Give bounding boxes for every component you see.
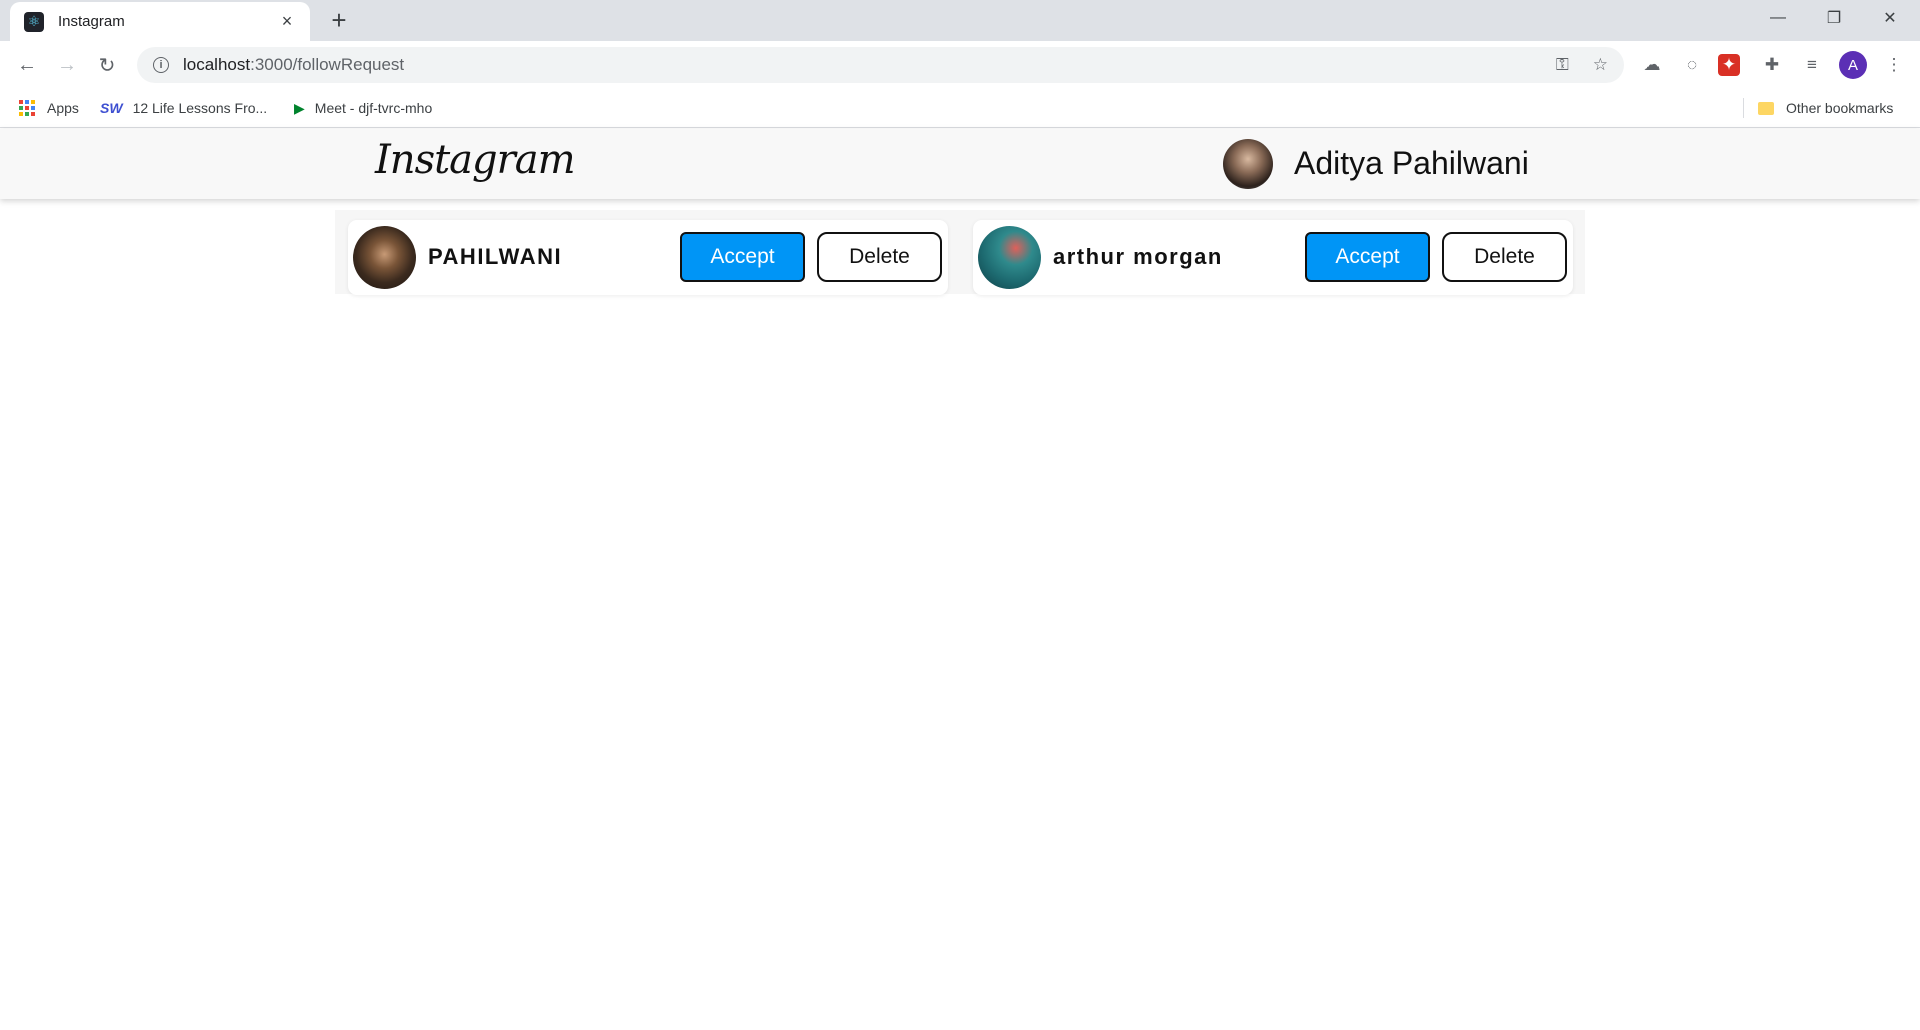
delete-button[interactable]: Delete bbox=[817, 232, 942, 282]
bookmark-label: Apps bbox=[47, 100, 79, 116]
react-icon: ⚛ bbox=[24, 11, 44, 32]
accept-button[interactable]: Accept bbox=[1305, 232, 1430, 282]
close-tab-icon[interactable]: × bbox=[276, 11, 298, 32]
restore-icon[interactable]: ❐ bbox=[1806, 0, 1862, 36]
url-host: localhost bbox=[183, 55, 251, 74]
folder-icon bbox=[1758, 101, 1774, 115]
follow-request-card: PAHILWANI Accept Delete bbox=[348, 220, 948, 295]
extension-cloud-icon[interactable]: ☁ bbox=[1638, 51, 1666, 79]
app-navbar: Instagram Aditya Pahilwani bbox=[0, 129, 1920, 199]
extension-red-icon[interactable]: ✦ bbox=[1718, 54, 1740, 76]
puzzle-icon[interactable]: ✚ bbox=[1758, 51, 1786, 79]
url-path: :3000/followRequest bbox=[250, 55, 405, 74]
accept-button[interactable]: Accept bbox=[680, 232, 805, 282]
follow-request-card: arthur morgan Accept Delete bbox=[973, 220, 1573, 295]
bookmarks-bar: Apps SW 12 Life Lessons Fro... ▶ Meet - … bbox=[0, 88, 1920, 128]
meet-video-icon: ▶ bbox=[294, 99, 305, 116]
user-name[interactable]: Aditya Pahilwani bbox=[1294, 145, 1529, 182]
bookmark-life-lessons[interactable]: SW 12 Life Lessons Fro... bbox=[100, 88, 267, 128]
bookmark-divider bbox=[1743, 98, 1744, 118]
bookmark-meet[interactable]: ▶ Meet - djf-tvrc-mho bbox=[294, 88, 432, 128]
follow-requests-container: PAHILWANI Accept Delete arthur morgan Ac… bbox=[335, 210, 1585, 295]
new-tab-button[interactable]: + bbox=[325, 6, 353, 34]
profile-avatar[interactable]: A bbox=[1839, 51, 1867, 79]
page-content: Instagram Aditya Pahilwani PAHILWANI Acc… bbox=[0, 129, 1920, 1030]
reload-icon[interactable]: ↻ bbox=[92, 50, 122, 80]
url-text[interactable]: localhost:3000/followRequest bbox=[183, 55, 1532, 75]
delete-button[interactable]: Delete bbox=[1442, 232, 1567, 282]
address-bar[interactable]: i localhost:3000/followRequest ⚿ ☆ bbox=[137, 47, 1624, 83]
other-bookmarks[interactable]: Other bookmarks bbox=[1758, 88, 1893, 128]
media-queue-icon[interactable]: ≡ bbox=[1798, 51, 1826, 79]
menu-dots-icon[interactable]: ⋮ bbox=[1880, 51, 1908, 79]
minimize-icon[interactable]: — bbox=[1750, 0, 1806, 36]
browser-tab[interactable]: ⚛ Instagram × bbox=[10, 2, 310, 41]
user-avatar[interactable] bbox=[1223, 139, 1273, 189]
star-icon[interactable]: ☆ bbox=[1593, 55, 1608, 75]
other-bookmarks-label: Other bookmarks bbox=[1786, 100, 1894, 116]
bookmark-label: 12 Life Lessons Fro... bbox=[132, 100, 268, 116]
requester-name[interactable]: arthur morgan bbox=[1053, 244, 1223, 270]
instagram-logo[interactable]: Instagram bbox=[375, 137, 576, 183]
requester-name[interactable]: PAHILWANI bbox=[428, 244, 562, 270]
requester-avatar[interactable] bbox=[353, 226, 416, 289]
tab-title: Instagram bbox=[58, 13, 125, 30]
extension-circle-icon[interactable]: ◌ bbox=[1678, 51, 1706, 79]
close-window-icon[interactable]: ✕ bbox=[1862, 0, 1918, 36]
apps-grid-icon bbox=[19, 100, 35, 116]
sw-logo-icon: SW bbox=[100, 100, 123, 116]
bookmark-apps[interactable]: Apps bbox=[19, 88, 79, 128]
bookmark-label: Meet - djf-tvrc-mho bbox=[314, 100, 433, 116]
requester-avatar[interactable] bbox=[978, 226, 1041, 289]
forward-arrow-icon[interactable]: → bbox=[52, 50, 82, 80]
key-icon[interactable]: ⚿ bbox=[1556, 55, 1569, 75]
browser-toolbar: ← → ↻ i localhost:3000/followRequest ⚿ ☆… bbox=[0, 41, 1920, 88]
tab-strip: ⚛ Instagram × + — ❐ ✕ bbox=[0, 0, 1920, 41]
info-icon[interactable]: i bbox=[153, 57, 169, 73]
back-arrow-icon[interactable]: ← bbox=[12, 50, 42, 80]
